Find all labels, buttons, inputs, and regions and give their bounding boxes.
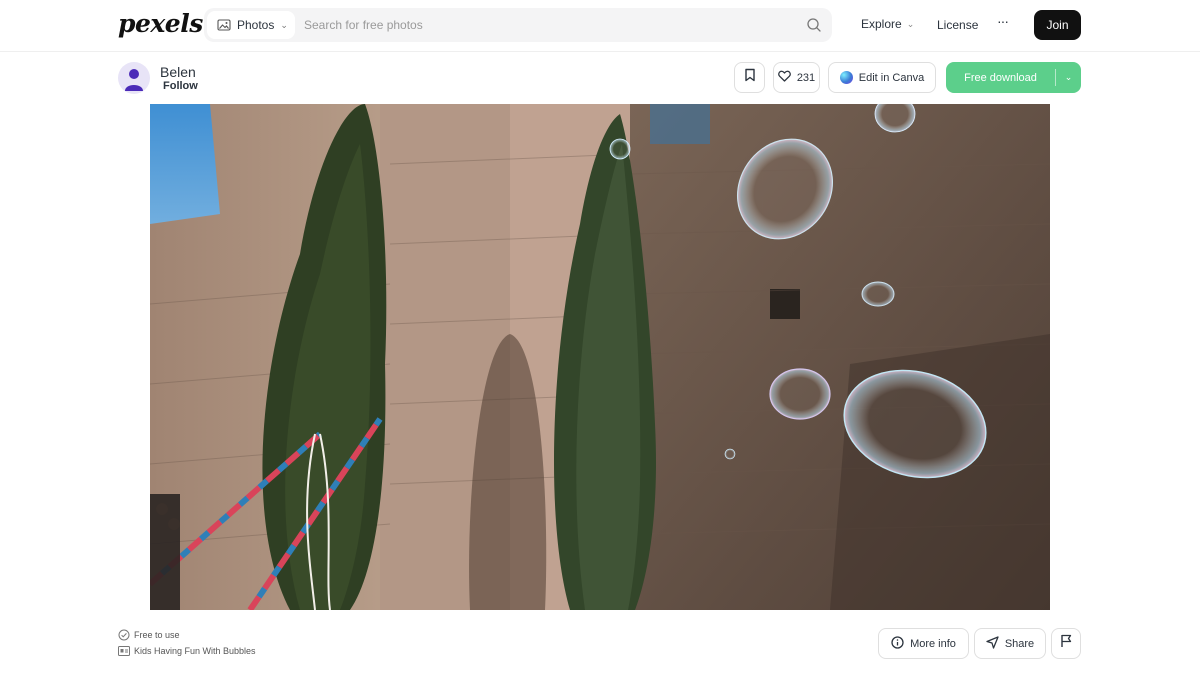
license-note: Free to use [118, 629, 180, 641]
chevron-down-icon: ⌄ [280, 19, 288, 30]
search-bar: Photos ⌄ [204, 8, 832, 42]
caption-icon [118, 645, 130, 657]
like-button[interactable]: 231 [773, 62, 820, 93]
join-button[interactable]: Join [1034, 10, 1081, 40]
search-type-label: Photos [237, 18, 275, 32]
canva-logo-icon [839, 71, 853, 84]
search-input[interactable] [300, 8, 790, 42]
edit-in-canva-button[interactable]: Edit in Canva [828, 62, 936, 93]
check-circle-icon [118, 629, 130, 641]
image-icon [217, 18, 231, 32]
free-download-button[interactable]: Free download ⌄ [946, 62, 1081, 93]
search-type-dropdown[interactable]: Photos ⌄ [207, 11, 295, 39]
search-icon[interactable] [806, 17, 822, 33]
canva-label: Edit in Canva [858, 71, 925, 84]
share-button[interactable]: Share [974, 628, 1046, 659]
report-button[interactable] [1051, 628, 1081, 659]
pexels-logo[interactable]: pexels [118, 9, 203, 38]
download-label: Free download [964, 71, 1037, 84]
chevron-down-icon[interactable]: ⌄ [1056, 72, 1081, 83]
explore-menu[interactable]: Explore ⌄ [861, 17, 914, 31]
license-link[interactable]: License [937, 18, 978, 32]
follow-button[interactable]: Follow [163, 80, 198, 92]
license-note-text[interactable]: Free to use [134, 630, 180, 640]
explore-label: Explore [861, 17, 902, 31]
share-label: Share [1004, 637, 1035, 650]
more-info-button[interactable]: More info [878, 628, 969, 659]
more-info-label: More info [910, 637, 956, 650]
more-options-button[interactable]: ··· [997, 13, 1009, 29]
like-count: 231 [796, 71, 816, 84]
avatar[interactable] [118, 62, 150, 94]
bookmark-icon [744, 68, 756, 87]
media-title: Kids Having Fun With Bubbles [118, 645, 256, 657]
heart-icon [777, 70, 791, 85]
chevron-down-icon: ⌄ [906, 18, 915, 29]
author-name[interactable]: Belen [160, 64, 196, 80]
photo-preview[interactable] [150, 104, 1050, 610]
flag-icon [1060, 634, 1072, 653]
bookmark-button[interactable] [734, 62, 765, 93]
top-navbar: pexels Photos ⌄ Explore ⌄ License ··· Jo… [0, 0, 1200, 52]
send-icon [986, 635, 999, 652]
media-title-text: Kids Having Fun With Bubbles [134, 646, 256, 656]
info-icon [891, 635, 904, 652]
